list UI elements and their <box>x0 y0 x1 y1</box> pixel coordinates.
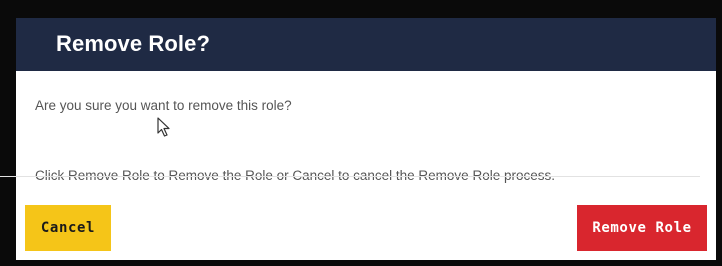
mouse-pointer-icon <box>157 117 170 137</box>
remove-role-button[interactable]: Remove Role <box>577 205 707 251</box>
dialog-title: Remove Role? <box>56 31 211 56</box>
confirmation-question: Are you sure you want to remove this rol… <box>35 98 292 113</box>
dialog-divider <box>0 176 700 177</box>
dialog-body: Are you sure you want to remove this rol… <box>16 71 716 199</box>
dialog-header: Remove Role? <box>16 18 716 71</box>
screen-frame: Remove Role? Are you sure you want to re… <box>0 0 722 266</box>
cancel-button[interactable]: Cancel <box>25 205 111 251</box>
